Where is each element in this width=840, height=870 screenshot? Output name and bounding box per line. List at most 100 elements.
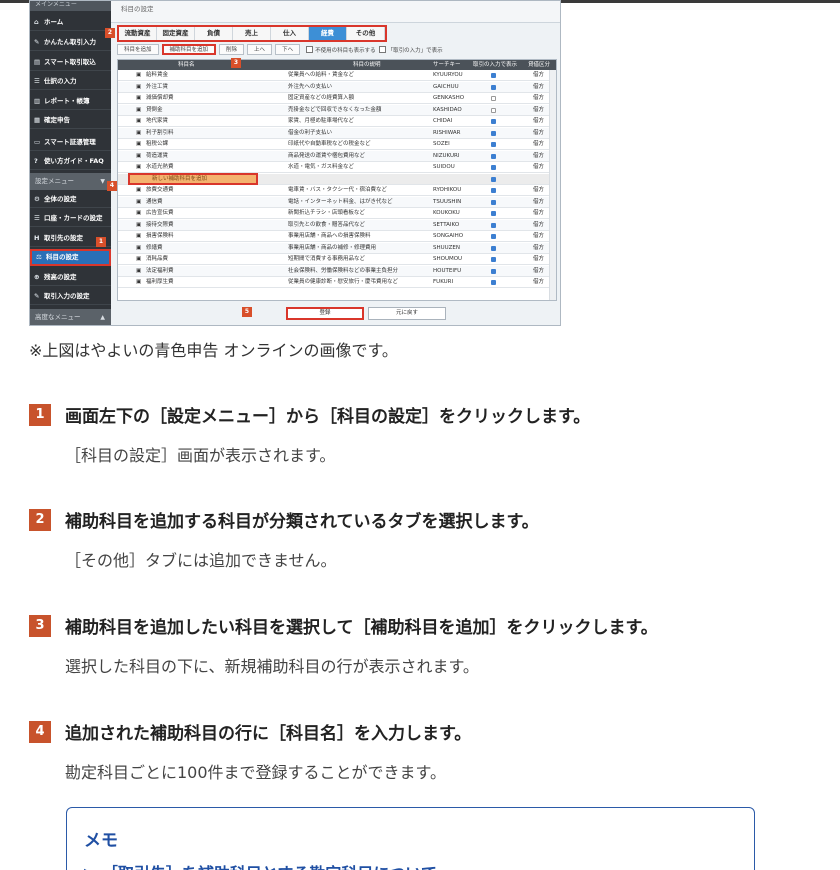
account-tabs: 流動資産 固定資産 負債 売上 仕入 経費 その他 — [117, 25, 387, 42]
sidebar-item-home[interactable]: ⌂ ホーム — [30, 14, 111, 31]
new-sub-account-row[interactable]: 新しい補助科目を追加 — [118, 172, 551, 185]
account-name-cell: 地代家賃 — [146, 118, 169, 124]
table-row[interactable]: 減価償却費 固定資産などの経費算入額 GENKASHO 借方 ▣ — [118, 93, 551, 104]
move-down-button[interactable]: 下へ — [275, 44, 301, 55]
tab-liabilities[interactable]: 負債 — [195, 27, 233, 40]
sidebar-item-journal[interactable]: ☰ 仕訳の入力 — [30, 73, 111, 90]
step-description: ［その他］タブには追加できません。 — [65, 551, 337, 570]
grid-scrollbar[interactable] — [549, 70, 556, 300]
add-sub-account-button[interactable]: 補助科目を追加 — [161, 44, 217, 55]
step-number-badge: 1 — [29, 404, 51, 426]
table-row[interactable]: 広告宣伝費 新聞折込チラシ・店頭看板など KOUKOKU 借方 ▣ — [118, 208, 551, 219]
sidebar-item-tax-return[interactable]: ▦ 確定申告 — [30, 112, 111, 129]
tab-other[interactable]: その他 — [347, 27, 385, 40]
table-row[interactable]: 貸倒金 売掛金などで回収できなくなった金額 KASHIDAO 借方 ▣ — [118, 104, 551, 116]
show-in-entry-checkbox[interactable] — [491, 176, 496, 182]
table-row[interactable]: 修繕費 事業用店舗・商品の補修・修理費用 SHUUZEN 借方 ▣ — [118, 242, 551, 254]
search-key-cell: GENKASHO — [433, 95, 465, 101]
sidebar-item-label: 取引先の設定 — [44, 234, 83, 242]
sidebar-item-account-card-settings[interactable]: ☰ 口座・カードの設定 — [30, 210, 111, 227]
table-row[interactable]: 外注工賃 外注先への支払い GAICHUU 借方 ▣ — [118, 81, 551, 93]
table-row[interactable]: 租税公課 印紙代や自動車税などの税金など SOZEI 借方 ▣ — [118, 139, 551, 150]
search-key-cell: HOUTEIFU — [433, 267, 462, 274]
tab-sales[interactable]: 売上 — [233, 27, 271, 40]
sidebar-item-entry-settings[interactable]: ✎ 取引入力の設定 — [30, 288, 111, 305]
table-row[interactable]: 福利厚生費 従業員の健康診断・慰安旅行・慶弔費用など FUKURI 借方 ▣ — [118, 277, 551, 288]
reset-button[interactable]: 元に戻す — [368, 307, 446, 320]
account-name-cell: 新しい補助科目を追加 — [152, 175, 208, 182]
sidebar-item-general-settings[interactable]: ⚙ 全体の設定 — [30, 191, 111, 208]
show-in-entry-checkbox[interactable] — [491, 245, 496, 251]
show-in-entry-checkbox[interactable] — [491, 84, 496, 90]
show-in-entry-checkbox[interactable] — [491, 188, 496, 193]
tab-fixed-assets[interactable]: 固定資産 — [157, 27, 195, 40]
tab-expenses[interactable]: 経費 — [309, 27, 347, 40]
grid-footer: 登録 元に戻す — [111, 303, 560, 325]
account-row-icon: ▣ — [136, 129, 142, 136]
account-description-cell: 電車賃・バス・タクシー代・宿泊費など — [288, 187, 388, 193]
show-in-entry-checkbox[interactable] — [491, 222, 496, 228]
table-row[interactable]: 荷造運賃 商品発送の運賃や梱包費用など NIZUKURI 借方 ▣ — [118, 150, 551, 162]
table-row[interactable]: 法定福利費 社会保険料、労働保険料などの事業主負担分 HOUTEIFU 借方 ▣ — [118, 265, 551, 277]
table-row[interactable]: 旅費交通費 電車賃・バス・タクシー代・宿泊費など RYOHIKOU 借方 ▣ — [118, 185, 551, 196]
page-title: 科目の設定 — [121, 5, 154, 13]
step-description: ［科目の設定］画面が表示されます。 — [65, 446, 336, 465]
sidebar-item-label: 取引入力の設定 — [44, 292, 90, 300]
advanced-menu-header[interactable]: 高度なメニュー ▲ — [30, 309, 111, 325]
table-row[interactable]: 損害保険料 事業用店舗・商品への損害保険料 SONGAIHO 借方 ▣ — [118, 231, 551, 242]
sidebar-item-smart-receipts[interactable]: ▭ スマート証憑管理 — [30, 134, 111, 151]
show-in-entry-checkbox[interactable] — [491, 73, 496, 78]
tab-purchases[interactable]: 仕入 — [271, 27, 309, 40]
sidebar-item-guide[interactable]: ? 使い方ガイド・FAQ — [30, 153, 111, 170]
move-up-button[interactable]: 上へ — [247, 44, 273, 55]
show-unused-checkbox[interactable]: 不使用の科目も表示する — [306, 46, 376, 54]
show-in-entry-checkbox[interactable] — [491, 211, 496, 216]
table-row[interactable]: 通信費 電話・インターネット料金、はがき代など TSUUSHIN 借方 ▣ — [118, 196, 551, 208]
tab-current-assets[interactable]: 流動資産 — [119, 27, 157, 40]
show-in-entry-checkbox[interactable] — [491, 142, 496, 147]
register-button[interactable]: 登録 — [286, 307, 364, 320]
show-in-entry-checkbox[interactable] — [491, 257, 496, 262]
sidebar-item-label: 口座・カードの設定 — [44, 214, 103, 222]
step-description: 選択した科目の下に、新規補助科目の行が表示されます。 — [65, 657, 479, 676]
account-description-cell: 商品発送の運賃や梱包費用など — [288, 152, 366, 159]
table-row[interactable]: 利子割引料 借金の利子支払い RISHIWAR 借方 ▣ — [118, 127, 551, 139]
show-in-entry-checkbox[interactable] — [491, 199, 496, 205]
show-in-entry-checkbox[interactable] — [491, 234, 496, 239]
sidebar-item-balance-settings[interactable]: ⊕ 残高の設定 — [30, 269, 111, 286]
show-in-entry-checkbox[interactable] — [491, 130, 496, 136]
show-in-entry-checkbox[interactable]: 「取引の入力」で表示 — [379, 46, 443, 54]
step-marker: 2 — [105, 28, 115, 38]
show-in-entry-checkbox[interactable] — [491, 280, 496, 285]
table-row[interactable]: 地代家賃 家賃、月極め駐車場代など CHIDAI 借方 ▣ — [118, 116, 551, 127]
show-in-entry-checkbox[interactable] — [491, 268, 496, 274]
sidebar-item-quick-entry[interactable]: ✎ かんたん取引入力 — [30, 34, 111, 51]
settings-menu-header[interactable]: 設定メニュー ▼ — [30, 173, 111, 190]
account-name-cell: 租税公課 — [146, 141, 169, 147]
show-in-entry-checkbox[interactable] — [491, 107, 496, 113]
sidebar-item-label: 科目の設定 — [46, 253, 79, 261]
sidebar-item-reports[interactable]: ▥ レポート・帳簿 — [30, 93, 111, 110]
show-in-entry-checkbox[interactable] — [491, 96, 496, 101]
table-row[interactable]: 給料賃金 従業員への給料・賃金など KYUURYOU 借方 ▣ — [118, 70, 551, 81]
table-row[interactable]: 消耗品費 短期間で消費する事務用品など SHOUMOU 借方 ▣ — [118, 254, 551, 265]
delete-button[interactable]: 削除 — [219, 44, 245, 55]
memo-link[interactable]: ▶ ［取引先］を補助科目とする勘定科目について — [84, 860, 437, 870]
chevron-up-icon: ▲ — [100, 314, 105, 321]
grid-header: 科目名 科目の説明 サーチキー 取引の入力で表示 貸借区分 — [118, 60, 556, 70]
show-in-entry-checkbox[interactable] — [491, 165, 496, 170]
column-header: 貸借区分 — [528, 62, 551, 68]
account-description-cell: 従業員の健康診断・慰安旅行・慶弔費用など — [288, 279, 399, 285]
sidebar-item-smart-import[interactable]: ▤ スマート取引取込 — [30, 54, 111, 71]
search-key-cell: RISHIWAR — [433, 129, 461, 136]
sidebar-item-account-settings[interactable]: ⚖ 科目の設定 — [30, 249, 111, 266]
show-in-entry-checkbox[interactable] — [491, 119, 496, 124]
table-row[interactable]: 水道光熱費 水道・電気・ガス料金など SUIDOU 借方 ▣ — [118, 162, 551, 173]
table-row[interactable]: 接待交際費 取引先との飲食・贈答品代など SETTAIKO 借方 ▣ — [118, 219, 551, 231]
show-in-entry-checkbox[interactable] — [491, 153, 496, 159]
add-account-button[interactable]: 科目を追加 — [117, 44, 159, 55]
gear-icon: ⚙ — [34, 195, 40, 203]
sidebar-item-label: 全体の設定 — [44, 195, 77, 203]
account-row-icon: ▣ — [136, 210, 142, 216]
account-row-icon: ▣ — [136, 164, 142, 170]
